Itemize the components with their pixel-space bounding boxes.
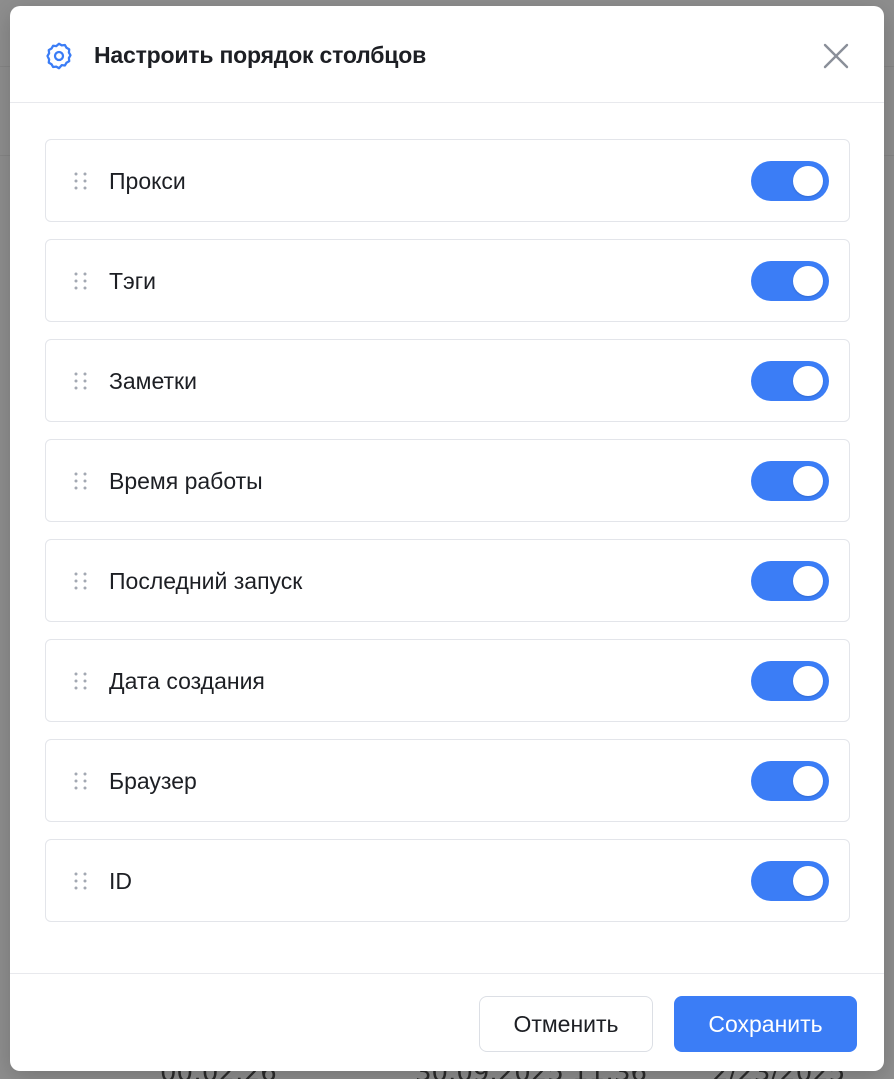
column-visibility-toggle[interactable] bbox=[751, 861, 829, 901]
column-visibility-toggle[interactable] bbox=[751, 361, 829, 401]
column-item[interactable]: Браузер bbox=[45, 739, 850, 822]
column-item[interactable]: Дата создания bbox=[45, 639, 850, 722]
gear-icon bbox=[44, 41, 74, 71]
column-visibility-toggle[interactable] bbox=[751, 761, 829, 801]
column-label: Браузер bbox=[109, 768, 197, 794]
drag-handle-icon[interactable] bbox=[72, 671, 90, 691]
column-visibility-toggle[interactable] bbox=[751, 461, 829, 501]
column-label: ID bbox=[109, 868, 132, 894]
close-button[interactable] bbox=[818, 38, 854, 74]
dialog-footer: Отменить Сохранить bbox=[10, 973, 884, 1071]
toggle-knob bbox=[793, 266, 823, 296]
column-item[interactable]: ID bbox=[45, 839, 850, 922]
column-item[interactable]: Прокси bbox=[45, 139, 850, 222]
column-label: Прокси bbox=[109, 168, 186, 194]
column-visibility-toggle[interactable] bbox=[751, 261, 829, 301]
column-label: Тэги bbox=[109, 268, 157, 294]
dialog-header: Настроить порядок столбцов bbox=[10, 6, 884, 103]
column-label: Заметки bbox=[109, 368, 197, 394]
toggle-knob bbox=[793, 666, 823, 696]
toggle-knob bbox=[793, 866, 823, 896]
column-label: Время работы bbox=[109, 468, 263, 494]
drag-handle-icon[interactable] bbox=[72, 371, 90, 391]
column-item[interactable]: Заметки bbox=[45, 339, 850, 422]
drag-handle-icon[interactable] bbox=[72, 871, 90, 891]
drag-handle-icon[interactable] bbox=[72, 471, 90, 491]
toggle-knob bbox=[793, 766, 823, 796]
drag-handle-icon[interactable] bbox=[72, 571, 90, 591]
column-item[interactable]: Последний запуск bbox=[45, 539, 850, 622]
column-label: Последний запуск bbox=[109, 568, 303, 594]
toggle-knob bbox=[793, 366, 823, 396]
cancel-button[interactable]: Отменить bbox=[479, 996, 653, 1052]
column-visibility-toggle[interactable] bbox=[751, 161, 829, 201]
toggle-knob bbox=[793, 166, 823, 196]
column-item[interactable]: Время работы bbox=[45, 439, 850, 522]
column-order-dialog: Настроить порядок столбцов Прокси Тэги З… bbox=[10, 6, 884, 1071]
close-icon bbox=[818, 43, 854, 78]
drag-handle-icon[interactable] bbox=[72, 771, 90, 791]
drag-handle-icon[interactable] bbox=[72, 271, 90, 291]
dialog-title: Настроить порядок столбцов bbox=[94, 42, 427, 68]
drag-handle-icon[interactable] bbox=[72, 171, 90, 191]
save-button[interactable]: Сохранить bbox=[674, 996, 857, 1052]
toggle-knob bbox=[793, 466, 823, 496]
column-item[interactable]: Тэги bbox=[45, 239, 850, 322]
column-list: Прокси Тэги Заметки Время работы Последн… bbox=[45, 139, 850, 939]
column-visibility-toggle[interactable] bbox=[751, 661, 829, 701]
toggle-knob bbox=[793, 566, 823, 596]
column-label: Дата создания bbox=[109, 668, 265, 694]
column-visibility-toggle[interactable] bbox=[751, 561, 829, 601]
